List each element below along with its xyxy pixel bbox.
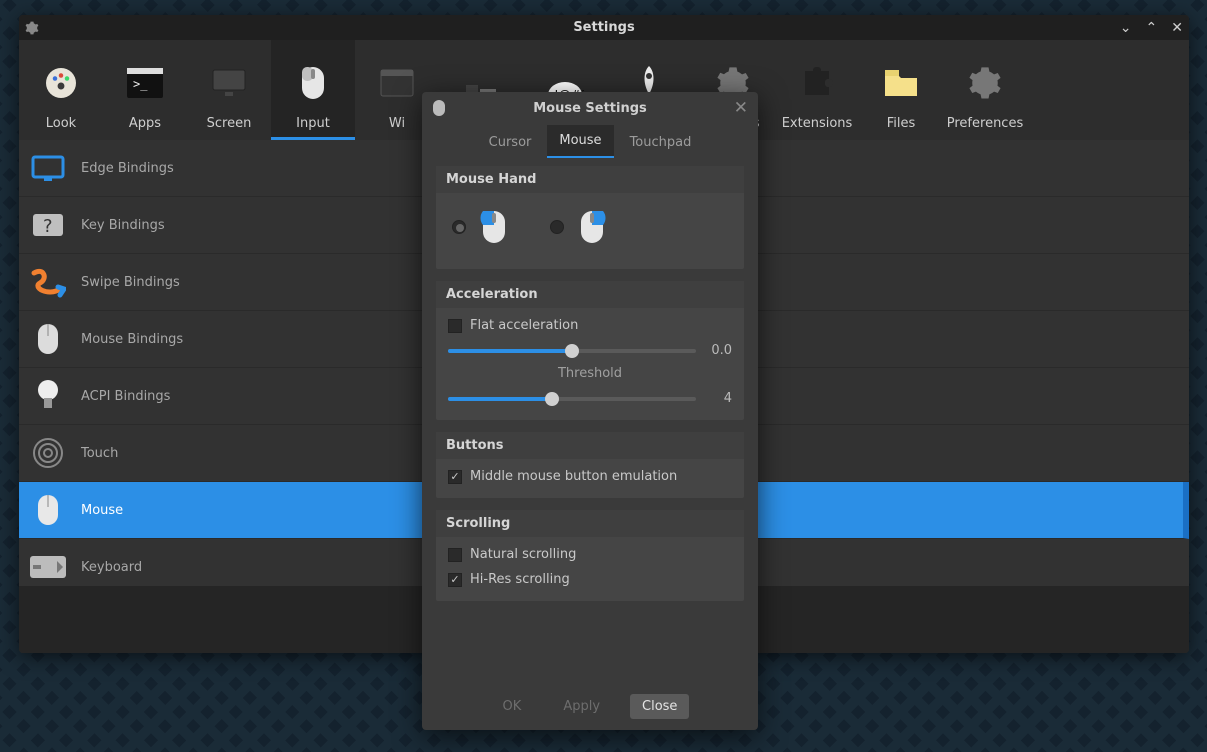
mouse-small-icon (432, 99, 446, 117)
tab-windows-label: Wi (389, 116, 405, 131)
section-mouse-hand-title: Mouse Hand (436, 166, 744, 193)
sidebar-item-label: Edge Bindings (81, 161, 174, 176)
slider-thumb-icon[interactable] (565, 344, 579, 358)
key-bindings-icon: ? (29, 206, 67, 244)
dialog-close-icon[interactable]: ✕ (734, 98, 748, 118)
middle-button-label: Middle mouse button emulation (470, 469, 677, 484)
checkbox-icon: ✓ (448, 573, 462, 587)
gear-icon (19, 21, 44, 35)
section-scrolling: Scrolling Natural scrolling ✓ Hi-Res scr… (436, 510, 744, 601)
dialog-tab-mouse[interactable]: Mouse (547, 125, 613, 158)
tab-apps[interactable]: >_ Apps (103, 40, 187, 140)
svg-text:?: ? (43, 216, 53, 237)
tab-screen[interactable]: Screen (187, 40, 271, 140)
tab-extensions[interactable]: Extensions (775, 40, 859, 140)
dialog-tab-cursor[interactable]: Cursor (477, 127, 544, 158)
hires-scrolling-label: Hi-Res scrolling (470, 572, 570, 587)
mouse-left-icon (480, 209, 508, 245)
tab-look[interactable]: Look (19, 40, 103, 140)
section-scrolling-title: Scrolling (436, 510, 744, 537)
mouse-hand-left-option[interactable] (452, 209, 508, 245)
settings-titlebar[interactable]: Settings ⌄ ⌃ ✕ (19, 15, 1189, 40)
mouse-icon (292, 62, 334, 104)
terminal-icon: >_ (124, 62, 166, 104)
apply-button[interactable]: Apply (551, 694, 612, 719)
sidebar-item-label: Keyboard (81, 560, 142, 575)
radio-right-icon (550, 220, 564, 234)
flat-acceleration-checkbox[interactable]: Flat acceleration (448, 318, 732, 333)
folder-icon (880, 62, 922, 104)
mouse-item-icon (29, 491, 67, 529)
threshold-value: 4 (706, 391, 732, 406)
dialog-tabs: Cursor Mouse Touchpad (422, 124, 758, 158)
sidebar-item-label: Mouse Bindings (81, 332, 183, 347)
checkbox-icon (448, 319, 462, 333)
slider-thumb-icon[interactable] (545, 392, 559, 406)
acceleration-value: 0.0 (706, 343, 732, 358)
checkbox-icon (448, 548, 462, 562)
tab-files-label: Files (887, 116, 916, 131)
flat-acceleration-label: Flat acceleration (470, 318, 578, 333)
tab-preferences[interactable]: Preferences (943, 40, 1027, 140)
section-acceleration: Acceleration Flat acceleration 0.0 Thres… (436, 281, 744, 420)
section-acceleration-title: Acceleration (436, 281, 744, 308)
swipe-bindings-icon (29, 263, 67, 301)
tab-apps-label: Apps (129, 116, 161, 131)
touch-icon (29, 434, 67, 472)
slider-fill (448, 397, 552, 401)
slider-track (448, 397, 696, 401)
close-button[interactable]: Close (630, 694, 689, 719)
svg-text:>_: >_ (133, 77, 148, 91)
slider-fill (448, 349, 572, 353)
window-minimize-icon[interactable]: ⌄ (1120, 21, 1132, 35)
mouse-right-icon (578, 209, 606, 245)
monitor-icon (208, 62, 250, 104)
natural-scrolling-checkbox[interactable]: Natural scrolling (448, 547, 732, 562)
dialog-footer: OK Apply Close (422, 682, 758, 730)
gear-large2-icon (964, 62, 1006, 104)
ok-button[interactable]: OK (491, 694, 534, 719)
hires-scrolling-checkbox[interactable]: ✓ Hi-Res scrolling (448, 572, 732, 587)
dialog-title: Mouse Settings (422, 101, 758, 116)
sidebar-item-label: Key Bindings (81, 218, 165, 233)
middle-button-emulation-checkbox[interactable]: ✓ Middle mouse button emulation (448, 469, 732, 484)
window-maximize-icon[interactable]: ⌃ (1146, 21, 1158, 35)
keyboard-icon (29, 548, 67, 586)
settings-title: Settings (19, 20, 1189, 35)
sidebar-item-label: ACPI Bindings (81, 389, 170, 404)
section-mouse-hand: Mouse Hand (436, 166, 744, 269)
edge-bindings-icon (29, 149, 67, 187)
sidebar-item-label: Mouse (81, 503, 123, 518)
section-buttons: Buttons ✓ Middle mouse button emulation (436, 432, 744, 498)
threshold-slider[interactable]: 4 (448, 391, 732, 406)
acceleration-slider[interactable]: 0.0 (448, 343, 732, 358)
dialog-body: Mouse Hand (422, 158, 758, 682)
window-icon (376, 62, 418, 104)
slider-track (448, 349, 696, 353)
radio-left-icon (452, 220, 466, 234)
acpi-bindings-icon (29, 377, 67, 415)
dialog-tab-touchpad[interactable]: Touchpad (618, 127, 704, 158)
tab-look-label: Look (46, 116, 76, 131)
sidebar-item-label: Swipe Bindings (81, 275, 180, 290)
tab-files[interactable]: Files (859, 40, 943, 140)
checkbox-icon: ✓ (448, 470, 462, 484)
window-close-icon[interactable]: ✕ (1171, 21, 1183, 35)
natural-scrolling-label: Natural scrolling (470, 547, 576, 562)
dialog-header[interactable]: Mouse Settings ✕ (422, 92, 758, 124)
tab-input[interactable]: Input (271, 40, 355, 140)
mouse-bindings-icon (29, 320, 67, 358)
palette-icon (40, 62, 82, 104)
mouse-hand-right-option[interactable] (550, 209, 606, 245)
tab-extensions-label: Extensions (782, 116, 853, 131)
tab-input-label: Input (296, 116, 330, 131)
tab-screen-label: Screen (207, 116, 252, 131)
tab-preferences-label: Preferences (947, 116, 1023, 131)
mouse-settings-dialog: Mouse Settings ✕ Cursor Mouse Touchpad M… (422, 92, 758, 730)
threshold-label: Threshold (448, 366, 732, 381)
sidebar-item-label: Touch (81, 446, 118, 461)
section-buttons-title: Buttons (436, 432, 744, 459)
puzzle-icon (796, 62, 838, 104)
